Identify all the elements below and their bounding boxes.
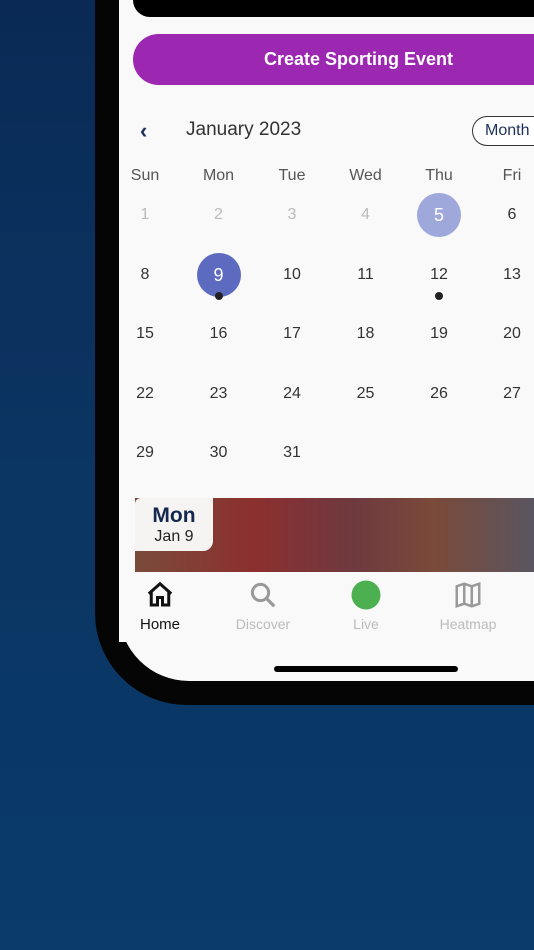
view-toggle-button[interactable]: Month <box>472 116 534 146</box>
calendar-day[interactable]: 13 <box>490 253 534 297</box>
calendar-day[interactable]: 20 <box>490 312 534 356</box>
tab-label: Heatmap <box>439 616 497 632</box>
calendar-day[interactable]: 29 <box>123 431 167 475</box>
tab-discover[interactable]: Discover <box>218 580 308 632</box>
home-icon <box>147 581 173 607</box>
calendar-day[interactable]: 2 <box>197 193 241 237</box>
weekday-header: Wed <box>349 167 382 184</box>
weekday-header: Mon <box>202 167 235 184</box>
calendar-day[interactable]: 1 <box>123 193 167 237</box>
calendar-day[interactable]: 6 <box>490 193 534 237</box>
tab-label: Discover <box>235 616 291 632</box>
tab-home[interactable]: Home <box>115 580 205 633</box>
calendar-day[interactable]: 5 <box>417 193 461 237</box>
calendar-day[interactable]: 10 <box>270 253 314 297</box>
calendar-day[interactable]: 4 <box>344 193 388 237</box>
calendar-day[interactable]: 24 <box>270 372 314 416</box>
calendar-day[interactable]: 30 <box>197 431 241 475</box>
calendar-day[interactable]: 19 <box>417 312 461 356</box>
calendar-day[interactable]: 23 <box>197 372 241 416</box>
home-indicator <box>274 666 458 672</box>
calendar-day[interactable]: 9 <box>196 253 241 297</box>
event-date: Jan 9 <box>154 528 194 545</box>
event-indicator-dot <box>214 292 223 300</box>
create-sporting-event-button[interactable]: Create Sporting Event <box>133 34 534 85</box>
calendar-day[interactable]: 26 <box>417 372 461 416</box>
calendar-day[interactable]: 15 <box>123 312 167 356</box>
weekday-header: Fri <box>502 167 522 184</box>
event-indicator-dot <box>435 292 443 300</box>
tab-live[interactable]: Live <box>321 580 411 632</box>
calendar-day[interactable]: 16 <box>197 312 241 356</box>
tab-label: Home <box>139 616 180 633</box>
weekday-header: Tue <box>278 167 306 184</box>
weekday-header: Thu <box>425 167 453 184</box>
calendar-day[interactable]: 17 <box>270 312 314 356</box>
header-banner <box>133 0 534 17</box>
tab-label: Live <box>353 616 379 632</box>
tab-heatmap[interactable]: Heatmap <box>423 580 513 632</box>
event-date-badge: Mon Jan 9 <box>135 498 213 551</box>
previous-month-icon[interactable]: ‹ <box>140 118 147 144</box>
calendar-day[interactable]: 27 <box>490 372 534 416</box>
tab-bar: Home Discover Live Heatmap <box>119 572 534 642</box>
search-icon <box>250 582 276 608</box>
calendar-day[interactable]: 31 <box>270 431 314 475</box>
calendar-day[interactable]: 3 <box>270 193 314 237</box>
calendar-day[interactable]: 12 <box>417 253 461 297</box>
calendar-day[interactable]: 25 <box>344 372 388 416</box>
calendar-day[interactable]: 22 <box>123 372 167 416</box>
calendar-day[interactable]: 8 <box>123 253 167 297</box>
calendar-day[interactable]: 11 <box>344 253 388 297</box>
weekday-header: Sun <box>130 167 160 184</box>
map-icon <box>455 582 481 608</box>
calendar-day[interactable]: 18 <box>344 312 388 356</box>
event-weekday: Mon <box>152 504 196 527</box>
live-dot-icon <box>351 580 381 610</box>
month-title: January 2023 <box>186 119 302 140</box>
